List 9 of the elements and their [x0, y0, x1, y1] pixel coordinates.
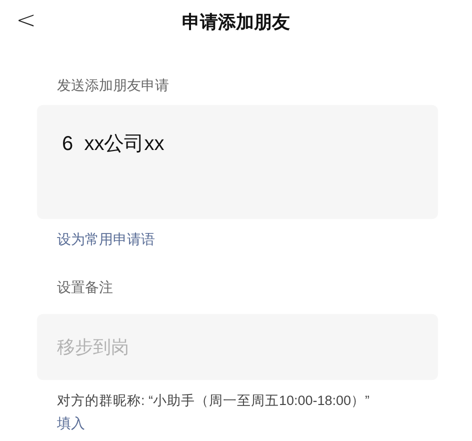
- remark-field[interactable]: 移步到岗: [37, 314, 438, 380]
- request-label: 发送添加朋友申请: [57, 77, 169, 93]
- fill-in-link[interactable]: 填入: [57, 412, 85, 434]
- remark-label: 设置备注: [57, 279, 113, 295]
- request-message-field[interactable]: 6 xx公司xx: [37, 105, 438, 219]
- group-nickname-hint: 对方的群昵称: “小助手（周一至周五10:00-18:00）”: [57, 392, 370, 410]
- save-common-phrase-link[interactable]: 设为常用申请语: [57, 231, 155, 247]
- back-button[interactable]: <: [12, 6, 40, 34]
- page-title: 申请添加朋友: [182, 10, 290, 34]
